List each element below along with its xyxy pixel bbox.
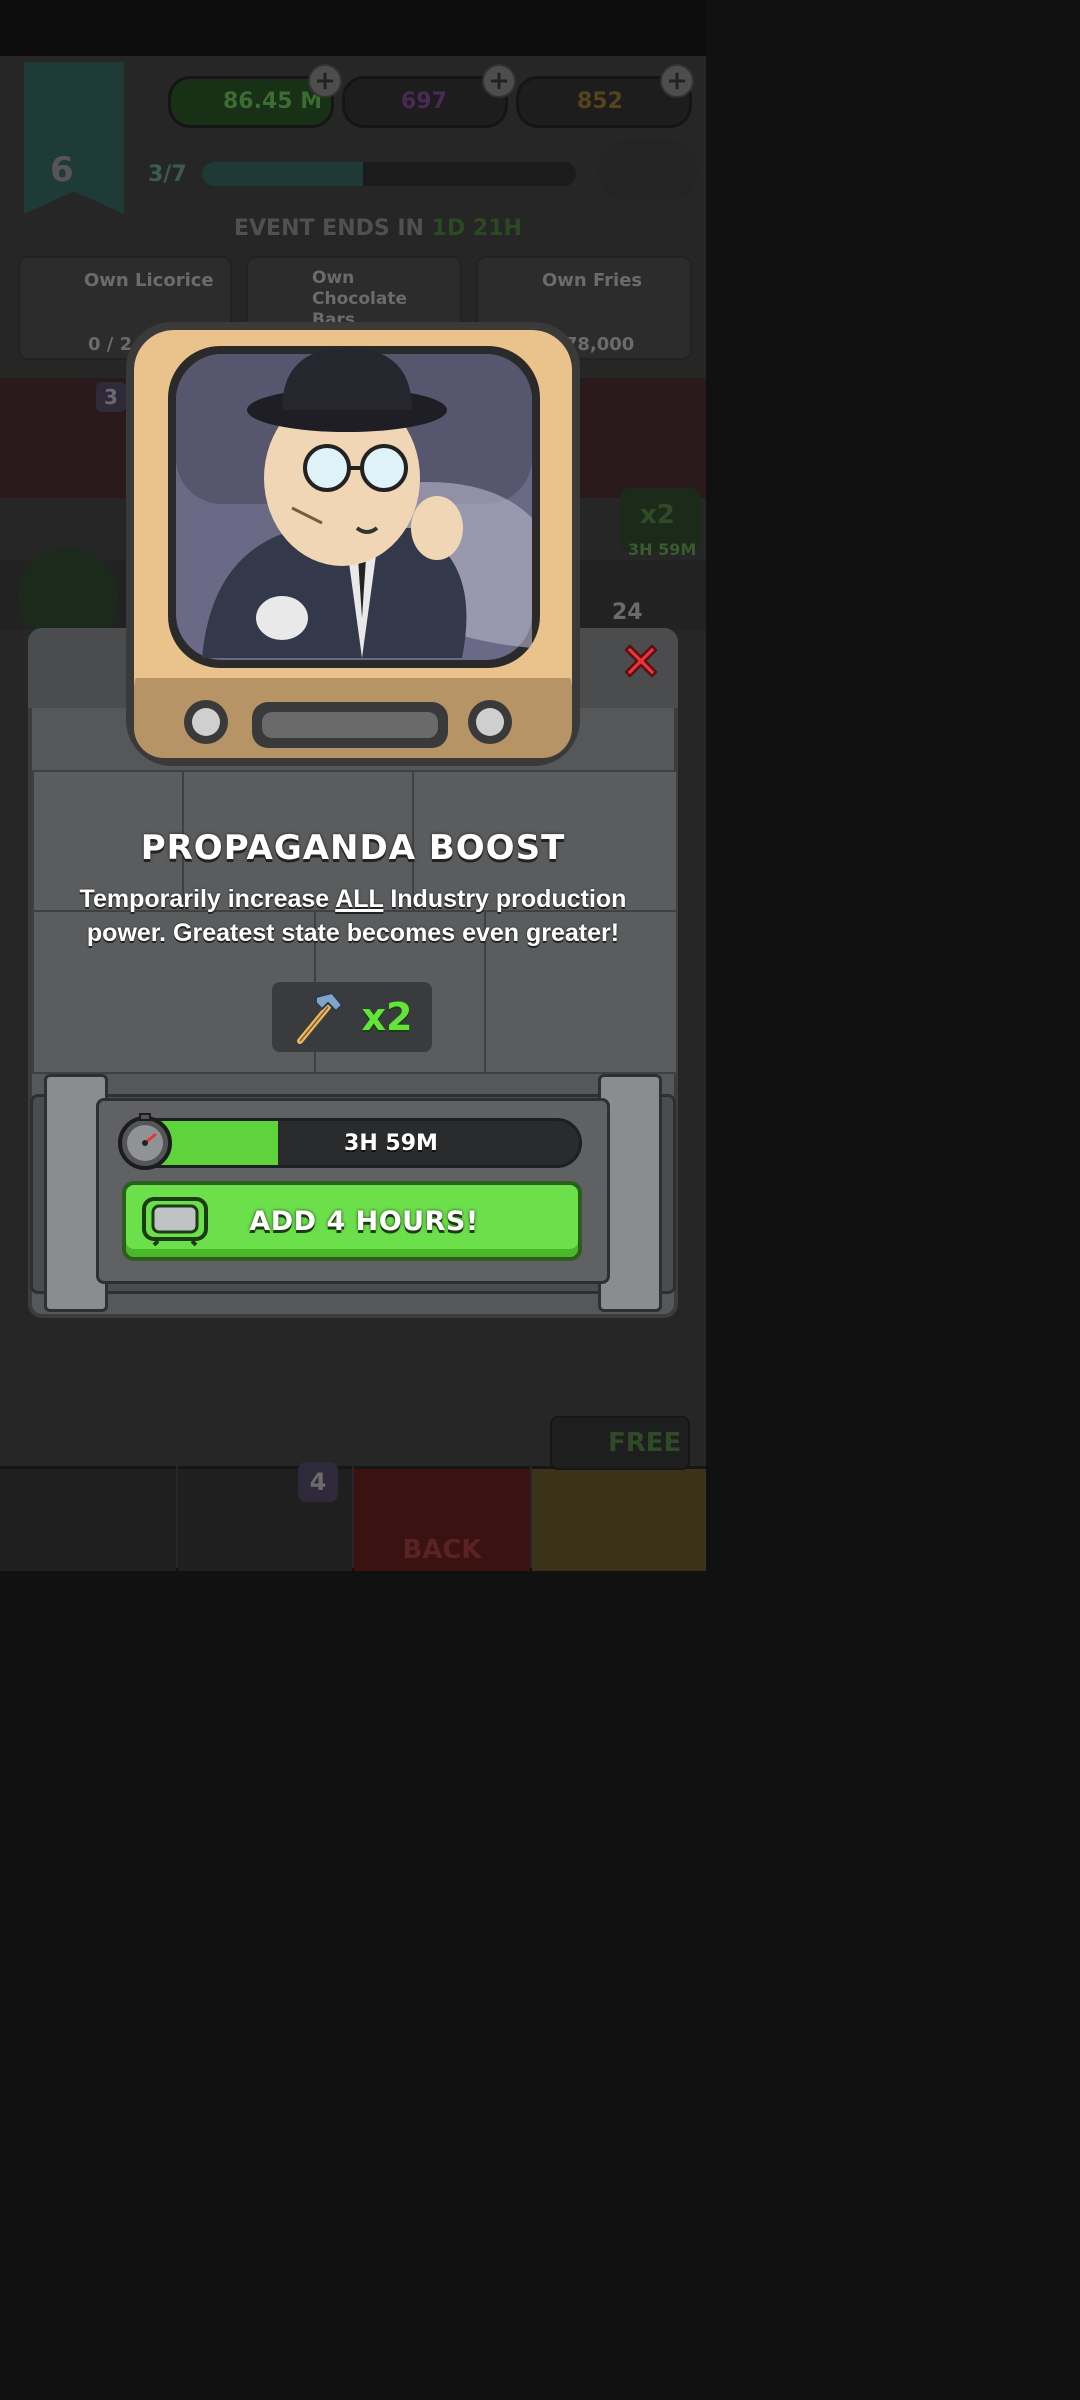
- add-hours-button[interactable]: ADD 4 HOURS!: [122, 1181, 582, 1261]
- close-button[interactable]: [610, 630, 672, 692]
- event-ends-label: EVENT ENDS IN 1D 21H: [234, 216, 522, 241]
- nav-back-button[interactable]: BACK: [354, 1466, 530, 1571]
- event-progress-text: 3/7: [148, 162, 187, 187]
- multiplier-box: x2: [272, 982, 432, 1052]
- add-hours-label: ADD 4 HOURS!: [249, 1205, 479, 1237]
- popup-description: Temporarily increase ALL Industry produc…: [79, 885, 627, 947]
- event-progress-fill: [202, 162, 363, 186]
- event-days: 1D: [431, 216, 466, 241]
- emphasis-all: ALL: [335, 885, 384, 913]
- potion-add-button[interactable]: +: [482, 64, 516, 98]
- potion-value: 697: [401, 89, 447, 114]
- nav-chest-button[interactable]: [532, 1466, 706, 1571]
- level-ribbon[interactable]: 6: [24, 62, 124, 214]
- nav-back-label: BACK: [402, 1535, 482, 1565]
- boost-timer-track: 3H 59M: [120, 1118, 582, 1168]
- boost-time-text: 3H 59M: [628, 540, 697, 559]
- popup-title: PROPAGANDA BOOST: [140, 828, 566, 868]
- event-hours: 21H: [472, 216, 522, 241]
- task-label: Own Fries: [542, 270, 643, 291]
- multiplier-text: x2: [361, 995, 413, 1039]
- reward-chest-icon[interactable]: [598, 140, 698, 200]
- industry-right-count: 24: [612, 600, 643, 625]
- close-icon: [624, 644, 658, 678]
- status-bar-area: [0, 0, 706, 56]
- free-chest-tag[interactable]: FREE: [550, 1416, 690, 1470]
- tv-ad-icon: [142, 1197, 208, 1247]
- boost-badge-text: x2: [640, 500, 675, 530]
- free-label: FREE: [608, 1428, 682, 1458]
- hammer-icon: [296, 991, 343, 1044]
- tv-illustration: [122, 318, 584, 772]
- cash-value: 86.45 M: [223, 89, 323, 114]
- task-label: Own Licorice: [84, 270, 214, 291]
- stopwatch-icon: [116, 1112, 174, 1170]
- boost-timer-text: 3H 59M: [344, 1130, 438, 1156]
- nav-map-button[interactable]: [0, 1466, 176, 1571]
- gold-value: 852: [577, 89, 623, 114]
- cash-add-button[interactable]: +: [308, 64, 342, 98]
- level-number-label: 6: [50, 150, 74, 190]
- nav-cards-badge: 4: [298, 1462, 338, 1502]
- event-progress-track: [202, 162, 576, 186]
- gold-add-button[interactable]: +: [660, 64, 694, 98]
